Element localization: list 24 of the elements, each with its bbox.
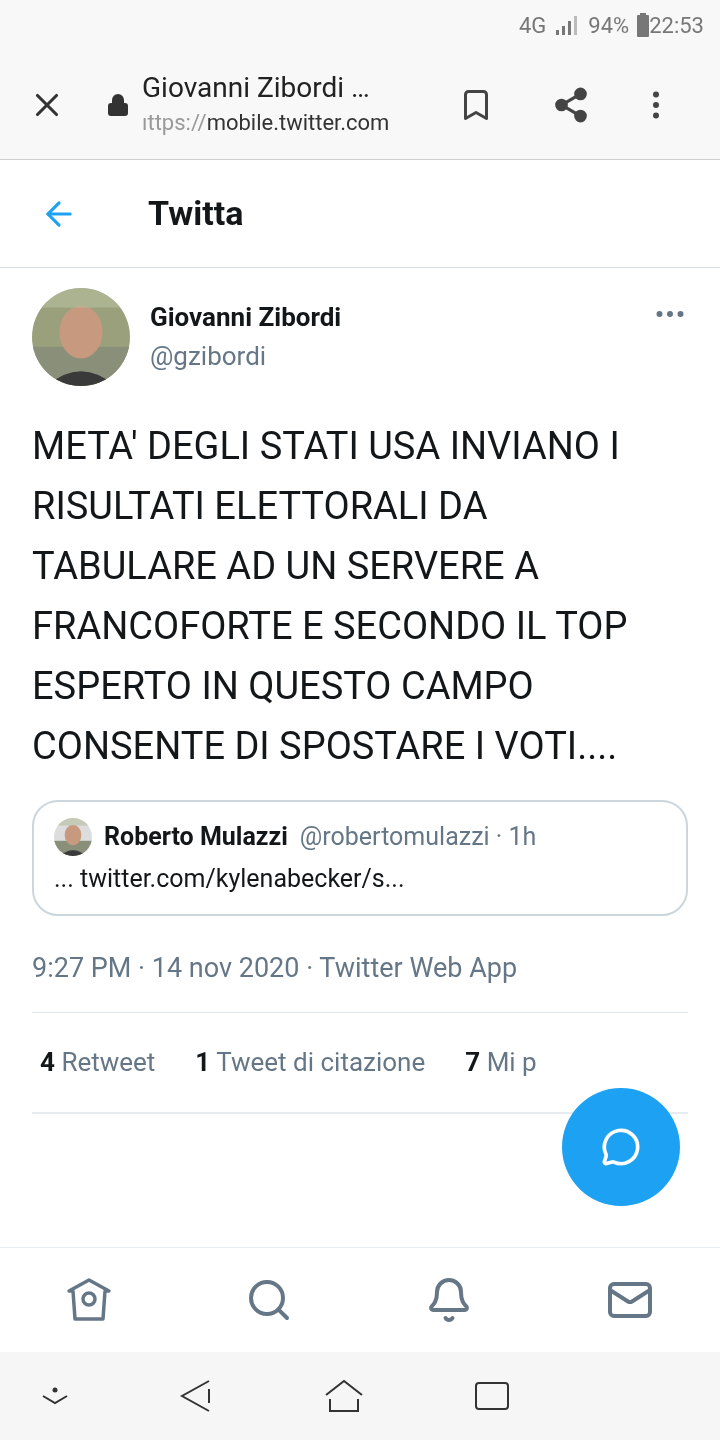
home-nav-icon[interactable]: [324, 1379, 364, 1413]
quoted-tweet-text: ... twitter.com/kylenabecker/s...: [54, 863, 406, 895]
recents-icon[interactable]: [474, 1381, 510, 1411]
battery-percent: 94%: [588, 11, 630, 40]
lock-icon: [106, 92, 130, 117]
quoted-tweet[interactable]: Roberto Mulazzi @robertomulazzi · 1h ... twitter.com/kylenabecker/s...: [32, 800, 688, 916]
network-indicator: 4G: [519, 11, 547, 40]
share-icon[interactable]: [552, 85, 590, 124]
stat-count[interactable]: 7 Mi p: [465, 1043, 537, 1082]
header-title: Twitta: [148, 192, 244, 235]
home-icon[interactable]: [66, 1277, 113, 1323]
author-handle[interactable]: @gzibordi: [150, 337, 652, 376]
page-title: Giovanni Zibordi …: [142, 70, 371, 106]
quoted-author-meta: @robertomulazzi · 1h: [299, 821, 537, 854]
clock: 22:53: [649, 11, 704, 40]
quoted-author-name: Roberto Mulazzi: [104, 821, 288, 854]
stat-count[interactable]: 4 Retweet: [40, 1043, 156, 1082]
tweet-timestamp: 9:27 PM · 14 nov 2020 · Twitter Web App: [32, 950, 519, 986]
author-name[interactable]: Giovanni Zibordi: [150, 298, 652, 337]
stat-count[interactable]: 1 Tweet di citazione: [195, 1043, 426, 1082]
tweet-text: META' DEGLI STATI USA INVIANO I RISULTATI ELETTORALI DA TABULARE AD UN SERVERE A FRANCOFORTE E SECONDO IL TOP ESPERTO IN QUESTO CAMPO CONSENTE DI SPOSTARE I VOTI....: [32, 423, 629, 770]
battery-icon: [637, 13, 650, 37]
page-url[interactable]: ıttps://mobile.twitter.com: [142, 106, 432, 139]
reply-icon: [601, 1127, 641, 1167]
